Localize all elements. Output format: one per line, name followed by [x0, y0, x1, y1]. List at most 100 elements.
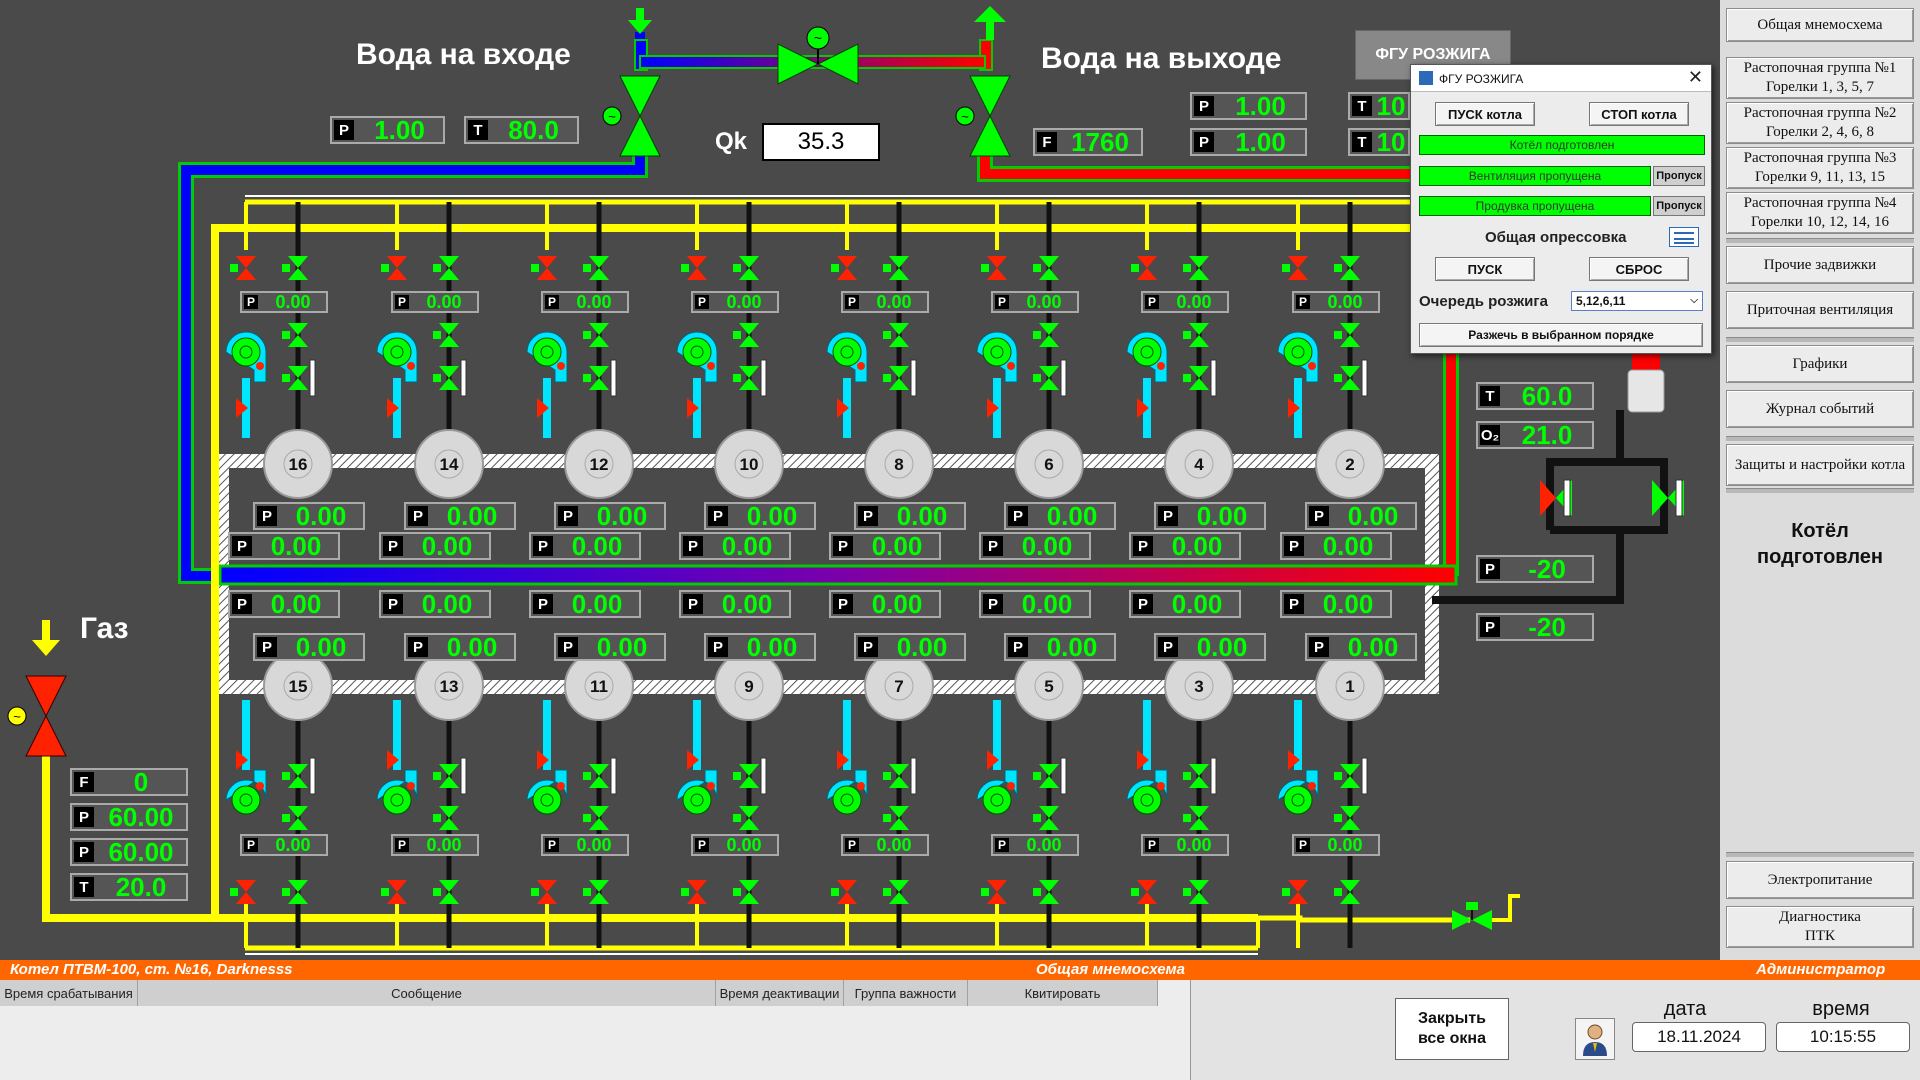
burner-14[interactable]: 14 — [376, 202, 484, 499]
column-header-time[interactable]: Время срабатывания — [0, 980, 138, 1006]
burner-7[interactable]: 7 — [826, 651, 934, 948]
fan-icon[interactable] — [1126, 331, 1168, 383]
burner-10[interactable]: 10 — [676, 202, 784, 499]
gas-valve-icon[interactable] — [583, 880, 609, 904]
gas-valve-icon[interactable] — [433, 806, 459, 830]
gas-valve-icon[interactable] — [282, 366, 308, 390]
fan-icon[interactable] — [1126, 769, 1168, 815]
burner-5[interactable]: 5 — [976, 651, 1084, 948]
gas-valve-icon[interactable] — [1334, 366, 1360, 390]
gas-valve-icon[interactable] — [883, 880, 909, 904]
nav-charts[interactable]: Графики — [1726, 345, 1914, 383]
burner-circle-icon[interactable]: 2 — [1315, 429, 1385, 499]
shutoff-valve-icon[interactable] — [531, 880, 557, 904]
shutoff-valve-icon[interactable] — [1282, 880, 1308, 904]
shutoff-valve-icon[interactable] — [1282, 256, 1308, 280]
gas-valve-icon[interactable] — [1033, 880, 1059, 904]
gas-valve-icon[interactable] — [733, 323, 759, 347]
burner-circle-icon[interactable]: 4 — [1164, 429, 1234, 499]
gas-valve-icon[interactable] — [1334, 880, 1360, 904]
list-icon[interactable] — [1669, 227, 1699, 247]
gas-valve-icon[interactable] — [1033, 366, 1059, 390]
fan-icon[interactable] — [676, 769, 718, 815]
nav-overview[interactable]: Общая мнемосхема — [1726, 8, 1914, 42]
shutoff-valve-icon[interactable] — [1131, 880, 1157, 904]
column-header-message[interactable]: Сообщение — [138, 980, 716, 1006]
burner-1[interactable]: 1 — [1277, 651, 1385, 948]
gas-valve-icon[interactable] — [733, 880, 759, 904]
nav-diagnostics[interactable]: Диагностика ПТК — [1726, 906, 1914, 948]
fan-icon[interactable] — [376, 769, 418, 815]
nav-group-1[interactable]: Растопочная группа №1 Горелки 1, 3, 5, 7 — [1726, 57, 1914, 99]
gas-valve-icon[interactable] — [1334, 323, 1360, 347]
nav-event-log[interactable]: Журнал событий — [1726, 390, 1914, 428]
column-header-acknowledge[interactable]: Квитировать — [968, 980, 1158, 1006]
burner-circle-icon[interactable]: 7 — [864, 651, 934, 721]
shutoff-valve-icon[interactable] — [381, 256, 407, 280]
burner-circle-icon[interactable]: 13 — [414, 651, 484, 721]
nav-group-3[interactable]: Растопочная группа №3 Горелки 9, 11, 13,… — [1726, 147, 1914, 189]
gas-valve-icon[interactable] — [583, 366, 609, 390]
gas-valve-icon[interactable] — [883, 806, 909, 830]
shutoff-valve-icon[interactable] — [831, 256, 857, 280]
gas-valve-icon[interactable] — [1334, 256, 1360, 280]
gas-valve-icon[interactable] — [282, 806, 308, 830]
shutoff-valve-icon[interactable] — [230, 256, 256, 280]
fan-icon[interactable] — [976, 331, 1018, 383]
close-icon[interactable]: ✕ — [1688, 67, 1703, 88]
nav-protections-settings[interactable]: Защиты и настройки котла — [1726, 444, 1914, 486]
burner-circle-icon[interactable]: 14 — [414, 429, 484, 499]
shutoff-valve-icon[interactable] — [230, 880, 256, 904]
burner-13[interactable]: 13 — [376, 651, 484, 948]
gas-valve-icon[interactable] — [1033, 806, 1059, 830]
gas-valve-icon[interactable] — [883, 256, 909, 280]
fan-icon[interactable] — [1277, 769, 1319, 815]
gas-valve-icon[interactable] — [282, 256, 308, 280]
burner-circle-icon[interactable]: 16 — [263, 429, 333, 499]
fan-icon[interactable] — [225, 331, 267, 383]
fan-icon[interactable] — [526, 769, 568, 815]
gas-valve-icon[interactable] — [1334, 764, 1360, 788]
ignite-in-order-button[interactable]: Разжечь в выбранном порядке — [1419, 323, 1703, 347]
fan-icon[interactable] — [1277, 331, 1319, 383]
gas-valve-icon[interactable] — [282, 880, 308, 904]
burner-circle-icon[interactable]: 3 — [1164, 651, 1234, 721]
fan-icon[interactable] — [376, 331, 418, 383]
nav-power-supply[interactable]: Электропитание — [1726, 861, 1914, 899]
shutoff-valve-icon[interactable] — [1131, 256, 1157, 280]
nav-other-valves[interactable]: Прочие задвижки — [1726, 246, 1914, 284]
burner-circle-icon[interactable]: 6 — [1014, 429, 1084, 499]
gas-valve-icon[interactable] — [1334, 806, 1360, 830]
gas-valve-icon[interactable] — [1183, 256, 1209, 280]
gas-valve-icon[interactable] — [433, 366, 459, 390]
burner-circle-icon[interactable]: 8 — [864, 429, 934, 499]
gas-valve-icon[interactable] — [433, 256, 459, 280]
burner-circle-icon[interactable]: 9 — [714, 651, 784, 721]
burner-9[interactable]: 9 — [676, 651, 784, 948]
gas-valve-icon[interactable] — [733, 764, 759, 788]
fan-icon[interactable] — [976, 769, 1018, 815]
ignition-queue-select[interactable]: 5,12,6,11 ⌵ — [1571, 291, 1703, 311]
shutoff-valve-icon[interactable] — [681, 256, 707, 280]
column-header-severity[interactable]: Группа важности — [844, 980, 968, 1006]
shutoff-valve-icon[interactable] — [831, 880, 857, 904]
gas-valve-icon[interactable] — [883, 323, 909, 347]
fan-icon[interactable] — [676, 331, 718, 383]
gas-valve-icon[interactable] — [1033, 764, 1059, 788]
burner-circle-icon[interactable]: 1 — [1315, 651, 1385, 721]
shutoff-valve-icon[interactable] — [381, 880, 407, 904]
gas-valve-icon[interactable] — [282, 764, 308, 788]
gas-valve-icon[interactable] — [1183, 323, 1209, 347]
burner-circle-icon[interactable]: 15 — [263, 651, 333, 721]
start-boiler-button[interactable]: ПУСК котла — [1435, 102, 1535, 126]
fan-icon[interactable] — [826, 331, 868, 383]
gas-valve-icon[interactable] — [282, 323, 308, 347]
burner-3[interactable]: 3 — [1126, 651, 1234, 948]
nav-supply-ventilation[interactable]: Приточная вентиляция — [1726, 291, 1914, 329]
pressure-test-reset-button[interactable]: СБРОС — [1589, 257, 1689, 281]
column-header-deactivation[interactable]: Время деактивации — [716, 980, 844, 1006]
gas-valve-icon[interactable] — [883, 764, 909, 788]
gas-valve-icon[interactable] — [1033, 323, 1059, 347]
gas-valve-icon[interactable] — [583, 323, 609, 347]
gas-valve-icon[interactable] — [733, 366, 759, 390]
